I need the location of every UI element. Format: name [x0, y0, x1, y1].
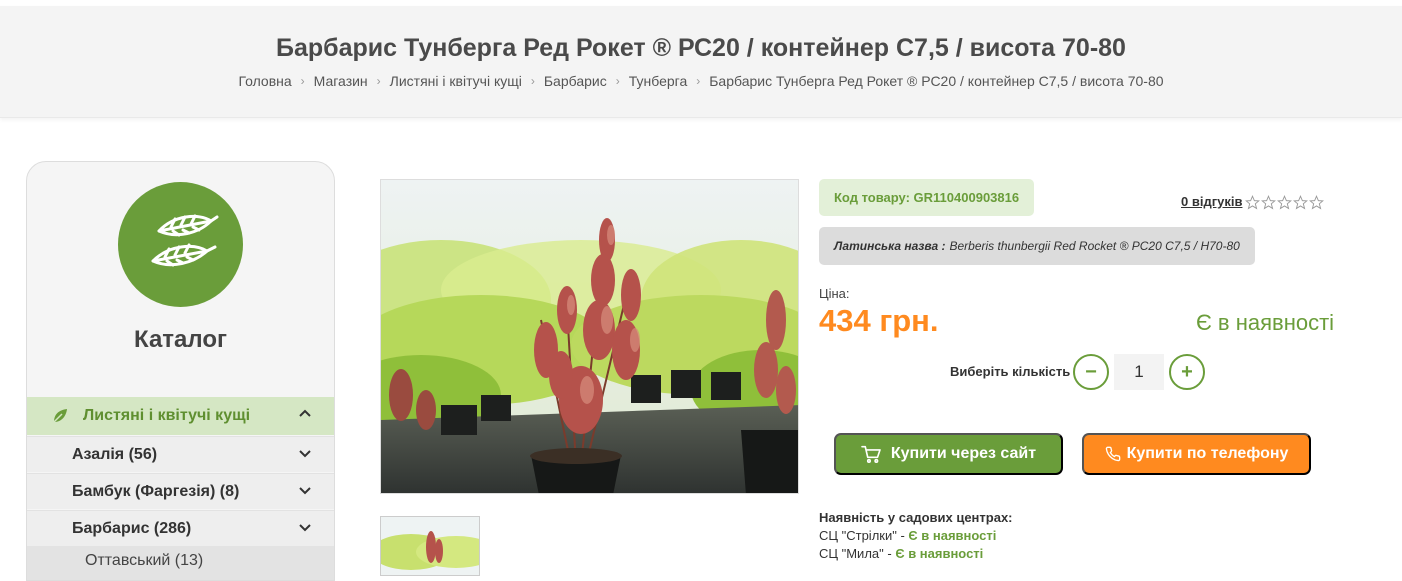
- chevron-down-icon[interactable]: [298, 486, 312, 496]
- availability-title: Наявність у садових центрах:: [819, 510, 1013, 525]
- sku-badge: Код товару: GR110400903816: [819, 179, 1035, 216]
- thumbnail-photo: [381, 517, 479, 575]
- reviews-link[interactable]: 0 відгуків: [1181, 194, 1242, 209]
- catalog-logo: [118, 182, 243, 307]
- garden-center-status: Є в наявності: [908, 528, 997, 543]
- phone-icon: [1105, 446, 1120, 462]
- title-band: Барбарис Тунберга Ред Рокет ® РС20 / кон…: [0, 6, 1402, 118]
- breadcrumb-separator-icon: ›: [300, 74, 305, 88]
- chevron-down-icon[interactable]: [298, 523, 312, 533]
- barberry-photo: [381, 180, 798, 493]
- chevron-down-icon[interactable]: [298, 449, 312, 459]
- catalog-sidebar: Каталог Листяні і квітучі кущі Азалія (5…: [26, 161, 335, 581]
- category-shrubs[interactable]: Листяні і квітучі кущі: [27, 397, 334, 435]
- category-azalea-label: Азалія (56): [72, 445, 158, 463]
- availability-row: СЦ "Мила" - Є в наявності: [819, 546, 984, 561]
- breadcrumb: Головна › Магазин › Листяні і квітучі ку…: [0, 73, 1402, 89]
- star-icon: [1261, 195, 1276, 210]
- quantity-label: Виберіть кількість: [950, 364, 1071, 379]
- breadcrumb-separator-icon: ›: [696, 74, 701, 88]
- breadcrumb-shop[interactable]: Магазин: [314, 73, 368, 89]
- breadcrumb-home[interactable]: Головна: [238, 73, 291, 89]
- price-value: 434 грн.: [819, 303, 939, 338]
- subcategory-ottawa[interactable]: Оттавський (13): [27, 546, 334, 580]
- breadcrumb-barberry[interactable]: Барбарис: [544, 73, 607, 89]
- product-main-image[interactable]: [380, 179, 799, 494]
- price-label: Ціна:: [819, 286, 850, 301]
- cart-icon: [861, 445, 881, 463]
- breadcrumb-shrubs[interactable]: Листяні і квітучі кущі: [390, 73, 522, 89]
- quantity-input[interactable]: [1114, 354, 1164, 390]
- rating-stars: [1245, 195, 1324, 210]
- breadcrumb-separator-icon: ›: [615, 74, 620, 88]
- garden-center-name: СЦ "Мила": [819, 546, 884, 561]
- buy-online-label: Купити через сайт: [890, 445, 1037, 462]
- breadcrumb-thunberg[interactable]: Тунберга: [629, 73, 688, 89]
- sku-label: Код товару:: [834, 190, 910, 205]
- product-thumbnail[interactable]: [380, 516, 480, 576]
- availability-row: СЦ "Стрілки" - Є в наявності: [819, 528, 997, 543]
- sku-value: GR110400903816: [913, 190, 1020, 205]
- quantity-increase-button[interactable]: +: [1169, 354, 1205, 390]
- page-title: Барбарис Тунберга Ред Рокет ® РС20 / кон…: [276, 34, 1126, 62]
- latin-name-box: Латинська назва : Berberis thunbergii Re…: [819, 227, 1255, 265]
- star-icon: [1309, 195, 1324, 210]
- breadcrumb-separator-icon: ›: [530, 74, 535, 88]
- buy-by-phone-button[interactable]: Купити по телефону: [1082, 433, 1311, 475]
- latin-name-value: Berberis thunbergii Red Rocket ® PC20 C7…: [949, 239, 1240, 253]
- star-icon: [1293, 195, 1308, 210]
- breadcrumb-separator-icon: ›: [376, 74, 381, 88]
- category-barberry-label: Барбарис (286): [72, 519, 192, 537]
- category-azalea[interactable]: Азалія (56): [27, 436, 334, 472]
- garden-center-name: СЦ "Стрілки": [819, 528, 897, 543]
- category-bamboo-label: Бамбук (Фаргезія) (8): [72, 482, 240, 500]
- category-bamboo[interactable]: Бамбук (Фаргезія) (8): [27, 473, 334, 509]
- star-icon: [1277, 195, 1292, 210]
- category-barberry[interactable]: Барбарис (286): [27, 510, 334, 546]
- wheat-leaves-icon: [151, 214, 218, 266]
- latin-name-label: Латинська назва :: [834, 239, 946, 253]
- buy-online-button[interactable]: Купити через сайт: [834, 433, 1063, 475]
- leaf-icon: [53, 409, 67, 423]
- subcategory-ottawa-label: Оттавський (13): [85, 552, 204, 569]
- breadcrumb-current: Барбарис Тунберга Ред Рокет ® РС20 / кон…: [709, 73, 1164, 89]
- chevron-up-icon[interactable]: [298, 408, 312, 418]
- stock-status: Є в наявності: [1196, 310, 1335, 335]
- buy-by-phone-label: Купити по телефону: [1126, 445, 1289, 462]
- catalog-title: Каталог: [134, 326, 227, 353]
- category-shrubs-label: Листяні і квітучі кущі: [83, 407, 251, 424]
- quantity-decrease-button[interactable]: −: [1073, 354, 1109, 390]
- garden-center-status: Є в наявності: [895, 546, 984, 561]
- star-icon: [1245, 195, 1260, 210]
